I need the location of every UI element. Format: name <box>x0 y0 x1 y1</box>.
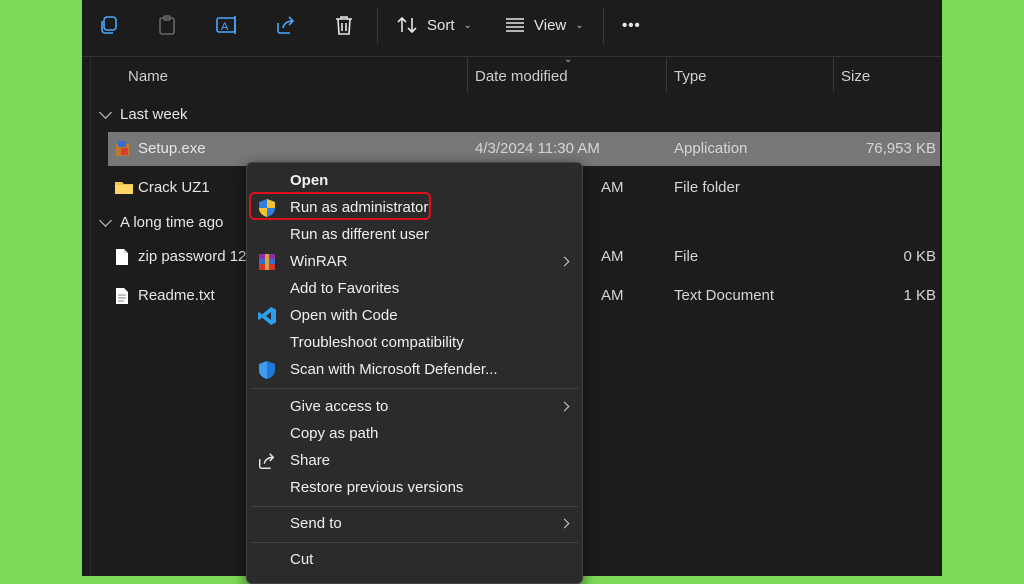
toolbar-border <box>82 56 942 57</box>
menu-item-copy-as-path[interactable]: Copy as path <box>247 421 582 448</box>
chevron-down-icon: ⌄ <box>575 19 584 31</box>
menu-item-label: Cut <box>290 551 314 568</box>
menu-item-label: WinRAR <box>290 253 348 270</box>
group-label: Last week <box>120 106 188 123</box>
file-size: 76,953 KB <box>865 140 936 157</box>
menu-separator <box>251 388 578 389</box>
sort-icon <box>397 16 417 34</box>
menu-item-add-to-favorites[interactable]: Add to Favorites <box>247 276 582 303</box>
folder-icon <box>115 182 133 194</box>
file-type: File folder <box>674 179 740 196</box>
menu-item-label: Open <box>290 172 329 189</box>
menu-item-open-with-code[interactable]: Open with Code <box>247 303 582 330</box>
installer-icon <box>116 141 129 156</box>
view-label: View <box>534 16 567 34</box>
menu-item-label: Give access to <box>290 398 389 415</box>
menu-item-winrar[interactable]: WinRAR <box>247 249 582 276</box>
svg-text:A: A <box>221 21 229 33</box>
column-header-type[interactable]: Type <box>674 68 707 85</box>
sort-button[interactable]: Sort ⌄ <box>396 10 472 40</box>
copy-button[interactable] <box>98 10 120 40</box>
menu-item-label: Send to <box>290 515 342 532</box>
copy-icon <box>101 16 117 34</box>
nav-pane-divider <box>90 58 91 576</box>
text-file-icon <box>116 288 128 304</box>
chevron-down-icon <box>99 106 112 119</box>
file-date: AM <box>601 248 624 265</box>
menu-item-label: Scan with Microsoft Defender... <box>290 361 498 378</box>
column-header-name[interactable]: Name <box>128 68 168 85</box>
menu-item-restore-previous-versions[interactable]: Restore previous versions <box>247 475 582 502</box>
menu-item-label: Troubleshoot compatibility <box>290 334 464 351</box>
sort-label: Sort <box>427 16 455 34</box>
file-date: 4/3/2024 11:30 AM <box>475 140 600 157</box>
file-icon <box>116 249 128 265</box>
group-header-long-time-ago[interactable]: A long time ago <box>98 214 223 231</box>
file-name: Setup.exe <box>138 140 206 157</box>
group-header-last-week[interactable]: Last week <box>98 106 188 123</box>
toolbar-divider <box>377 8 378 44</box>
share-icon <box>277 16 295 34</box>
view-list-icon <box>506 18 524 32</box>
menu-item-label: Restore previous versions <box>290 479 464 496</box>
menu-separator <box>251 542 578 543</box>
menu-item-label: Add to Favorites <box>290 280 400 297</box>
more-options-button[interactable]: ••• <box>622 10 641 40</box>
share-icon <box>259 453 275 469</box>
column-divider[interactable] <box>666 58 667 92</box>
file-type: Text Document <box>674 287 775 304</box>
more-options-icon: ••• <box>622 16 641 34</box>
menu-item-label: Copy as path <box>290 425 379 442</box>
rename-button[interactable]: A <box>215 10 239 40</box>
defender-shield-icon <box>259 361 275 379</box>
chevron-down-icon: ⌄ <box>463 19 472 31</box>
share-button[interactable] <box>275 10 297 40</box>
context-menu: Open Run as administrator Run as differe… <box>246 162 583 584</box>
menu-separator <box>251 506 578 507</box>
menu-item-share[interactable]: Share <box>247 448 582 475</box>
submenu-arrow-icon <box>559 518 570 529</box>
trash-icon <box>336 16 352 35</box>
file-name: Crack UZ1 <box>138 179 210 196</box>
column-divider[interactable] <box>833 58 834 92</box>
file-date: AM <box>601 287 624 304</box>
submenu-arrow-icon <box>559 256 570 267</box>
file-size: 1 KB <box>903 287 936 304</box>
menu-item-label: Open with Code <box>290 307 398 324</box>
file-date: AM <box>601 179 624 196</box>
group-label: A long time ago <box>120 214 224 231</box>
vscode-icon <box>258 307 276 325</box>
submenu-arrow-icon <box>559 401 570 412</box>
view-button[interactable]: View ⌄ <box>505 10 584 40</box>
menu-item-give-access-to[interactable]: Give access to <box>247 394 582 421</box>
paste-button[interactable] <box>156 10 178 40</box>
file-name: Readme.txt <box>138 287 215 304</box>
menu-item-scan-with-defender[interactable]: Scan with Microsoft Defender... <box>247 357 582 384</box>
column-header-size[interactable]: Size <box>841 68 870 85</box>
toolbar: A Sort ⌄ View ⌄ ••• <box>82 0 942 52</box>
menu-item-troubleshoot-compatibility[interactable]: Troubleshoot compatibility <box>247 330 582 357</box>
file-row-setup[interactable]: Setup.exe 4/3/2024 11:30 AM Application … <box>108 132 940 166</box>
column-header-date-modified[interactable]: Date modified <box>475 68 568 85</box>
winrar-icon <box>259 254 275 270</box>
menu-item-open[interactable]: Open <box>247 168 582 195</box>
file-type: File <box>674 248 699 265</box>
menu-item-run-as-different-user[interactable]: Run as different user <box>247 222 582 249</box>
menu-item-send-to[interactable]: Send to <box>247 511 582 538</box>
file-name: zip password 12 <box>138 248 247 265</box>
run-as-admin-highlight-box <box>249 192 431 220</box>
rename-icon: A <box>216 16 236 34</box>
file-size: 0 KB <box>903 248 936 265</box>
menu-item-label: Share <box>290 452 331 469</box>
menu-item-cut[interactable]: Cut <box>247 547 582 574</box>
chevron-down-icon <box>99 214 112 227</box>
toolbar-divider <box>603 8 604 44</box>
file-type: Application <box>674 140 748 157</box>
sort-indicator-icon: ⌄ <box>564 54 573 65</box>
column-divider[interactable] <box>467 58 468 92</box>
menu-item-label: Run as different user <box>290 226 429 243</box>
paste-icon <box>159 15 175 35</box>
delete-button[interactable] <box>333 10 355 40</box>
